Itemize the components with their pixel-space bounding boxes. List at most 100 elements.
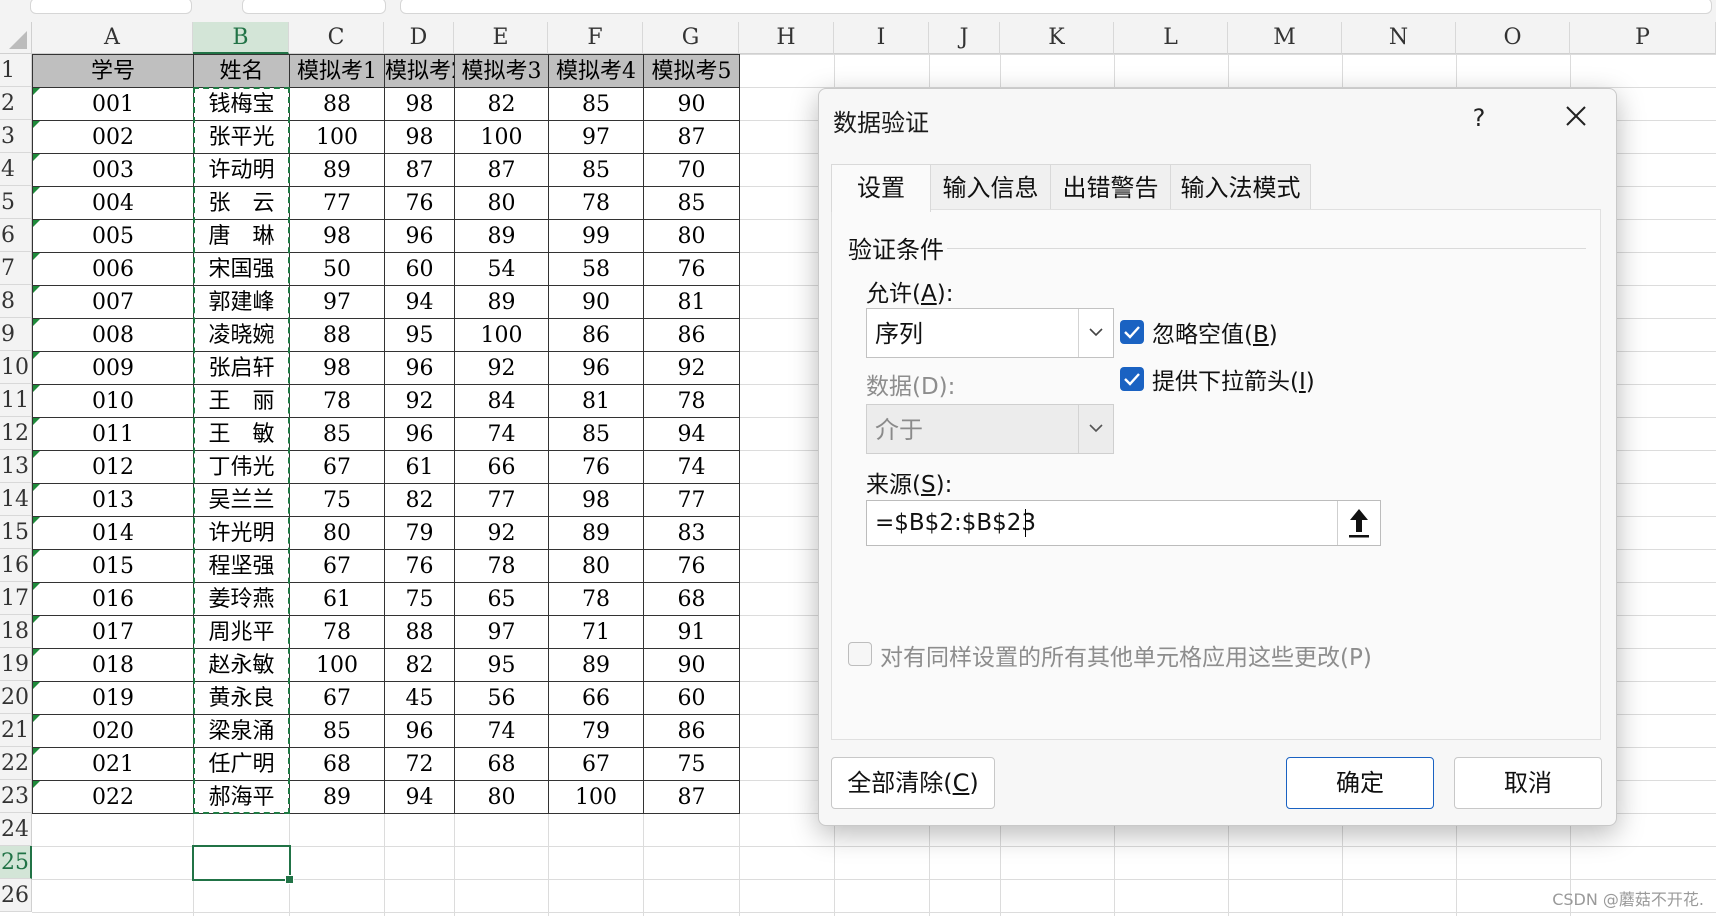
table-cell[interactable]: 60 [644, 682, 739, 714]
table-cell[interactable]: 郭建峰 [194, 286, 289, 318]
table-cell[interactable]: 92 [644, 352, 739, 384]
table-cell[interactable]: 80 [455, 187, 548, 219]
table-cell[interactable]: 88 [385, 616, 454, 648]
table-cell[interactable]: 黄永良 [194, 682, 289, 714]
table-cell[interactable]: 013 [33, 484, 193, 516]
table-cell[interactable]: 98 [549, 484, 643, 516]
table-cell[interactable]: 61 [385, 451, 454, 483]
table-cell[interactable]: 015 [33, 550, 193, 582]
table-cell[interactable]: 87 [644, 781, 739, 813]
column-header-k[interactable]: K [1000, 22, 1114, 54]
table-cell[interactable]: 81 [549, 385, 643, 417]
row-header-14[interactable]: 14 [0, 483, 32, 516]
tab-settings[interactable]: 设置 [831, 164, 931, 212]
table-cell[interactable]: 012 [33, 451, 193, 483]
row-header-24[interactable]: 24 [0, 813, 32, 846]
table-cell[interactable]: 77 [644, 484, 739, 516]
table-cell[interactable]: 97 [549, 121, 643, 153]
table-cell[interactable]: 78 [290, 385, 384, 417]
active-cell[interactable] [192, 845, 294, 884]
table-cell[interactable]: 张 云 [194, 187, 289, 219]
header-cell[interactable]: 模拟考1 [290, 55, 384, 87]
ok-button[interactable]: 确定 [1286, 757, 1434, 809]
table-cell[interactable]: 87 [455, 154, 548, 186]
table-cell[interactable]: 85 [644, 187, 739, 219]
table-cell[interactable]: 86 [549, 319, 643, 351]
table-cell[interactable]: 吴兰兰 [194, 484, 289, 516]
table-cell[interactable]: 74 [455, 715, 548, 747]
table-cell[interactable]: 郝海平 [194, 781, 289, 813]
table-cell[interactable]: 92 [385, 385, 454, 417]
table-cell[interactable]: 021 [33, 748, 193, 780]
table-cell[interactable]: 019 [33, 682, 193, 714]
table-cell[interactable]: 凌晓婉 [194, 319, 289, 351]
column-header-p[interactable]: P [1570, 22, 1716, 54]
table-cell[interactable]: 90 [644, 649, 739, 681]
table-cell[interactable]: 87 [644, 121, 739, 153]
table-cell[interactable]: 004 [33, 187, 193, 219]
table-cell[interactable]: 006 [33, 253, 193, 285]
table-cell[interactable]: 98 [290, 352, 384, 384]
table-cell[interactable]: 86 [644, 319, 739, 351]
table-cell[interactable]: 100 [455, 319, 548, 351]
row-header-7[interactable]: 7 [0, 252, 32, 285]
table-cell[interactable]: 60 [385, 253, 454, 285]
column-header-b[interactable]: B [193, 22, 289, 54]
table-cell[interactable]: 94 [644, 418, 739, 450]
table-cell[interactable]: 89 [549, 517, 643, 549]
table-cell[interactable]: 94 [385, 286, 454, 318]
name-box[interactable] [30, 0, 192, 14]
tab-input-message[interactable]: 输入信息 [930, 164, 1051, 210]
column-header-g[interactable]: G [643, 22, 739, 54]
table-cell[interactable]: 007 [33, 286, 193, 318]
column-header-n[interactable]: N [1342, 22, 1456, 54]
table-cell[interactable]: 022 [33, 781, 193, 813]
table-cell[interactable]: 74 [455, 418, 548, 450]
source-input[interactable]: =$B$2:$B$23 [866, 500, 1381, 546]
table-cell[interactable]: 76 [644, 550, 739, 582]
ignore-blank-checkbox[interactable] [1120, 320, 1144, 344]
table-cell[interactable]: 56 [455, 682, 548, 714]
row-header-17[interactable]: 17 [0, 582, 32, 615]
table-cell[interactable]: 020 [33, 715, 193, 747]
table-cell[interactable]: 89 [549, 649, 643, 681]
table-cell[interactable]: 68 [290, 748, 384, 780]
table-cell[interactable]: 许光明 [194, 517, 289, 549]
table-cell[interactable]: 80 [549, 550, 643, 582]
column-header-c[interactable]: C [289, 22, 384, 54]
table-cell[interactable]: 姜玲燕 [194, 583, 289, 615]
table-cell[interactable]: 96 [549, 352, 643, 384]
row-header-20[interactable]: 20 [0, 681, 32, 714]
table-cell[interactable]: 010 [33, 385, 193, 417]
table-cell[interactable]: 100 [290, 649, 384, 681]
header-cell[interactable]: 模拟考3 [455, 55, 548, 87]
table-cell[interactable]: 许动明 [194, 154, 289, 186]
table-cell[interactable]: 任广明 [194, 748, 289, 780]
table-cell[interactable]: 97 [290, 286, 384, 318]
table-cell[interactable]: 76 [385, 187, 454, 219]
table-cell[interactable]: 96 [385, 715, 454, 747]
table-cell[interactable]: 54 [455, 253, 548, 285]
table-cell[interactable]: 80 [290, 517, 384, 549]
table-cell[interactable]: 97 [455, 616, 548, 648]
row-header-12[interactable]: 12 [0, 417, 32, 450]
header-cell[interactable]: 模拟考4 [549, 55, 643, 87]
column-header-f[interactable]: F [548, 22, 643, 54]
table-cell[interactable]: 95 [385, 319, 454, 351]
table-cell[interactable]: 94 [385, 781, 454, 813]
dropdown-arrow-checkbox[interactable] [1120, 367, 1144, 391]
table-cell[interactable]: 005 [33, 220, 193, 252]
table-cell[interactable]: 85 [549, 418, 643, 450]
table-cell[interactable]: 92 [455, 517, 548, 549]
table-cell[interactable]: 宋国强 [194, 253, 289, 285]
table-cell[interactable]: 王 敏 [194, 418, 289, 450]
table-cell[interactable]: 82 [385, 649, 454, 681]
table-cell[interactable]: 61 [290, 583, 384, 615]
table-cell[interactable]: 96 [385, 220, 454, 252]
table-cell[interactable]: 75 [644, 748, 739, 780]
table-cell[interactable]: 78 [290, 616, 384, 648]
column-header-l[interactable]: L [1114, 22, 1228, 54]
table-cell[interactable]: 86 [644, 715, 739, 747]
table-cell[interactable]: 80 [455, 781, 548, 813]
table-cell[interactable]: 74 [644, 451, 739, 483]
